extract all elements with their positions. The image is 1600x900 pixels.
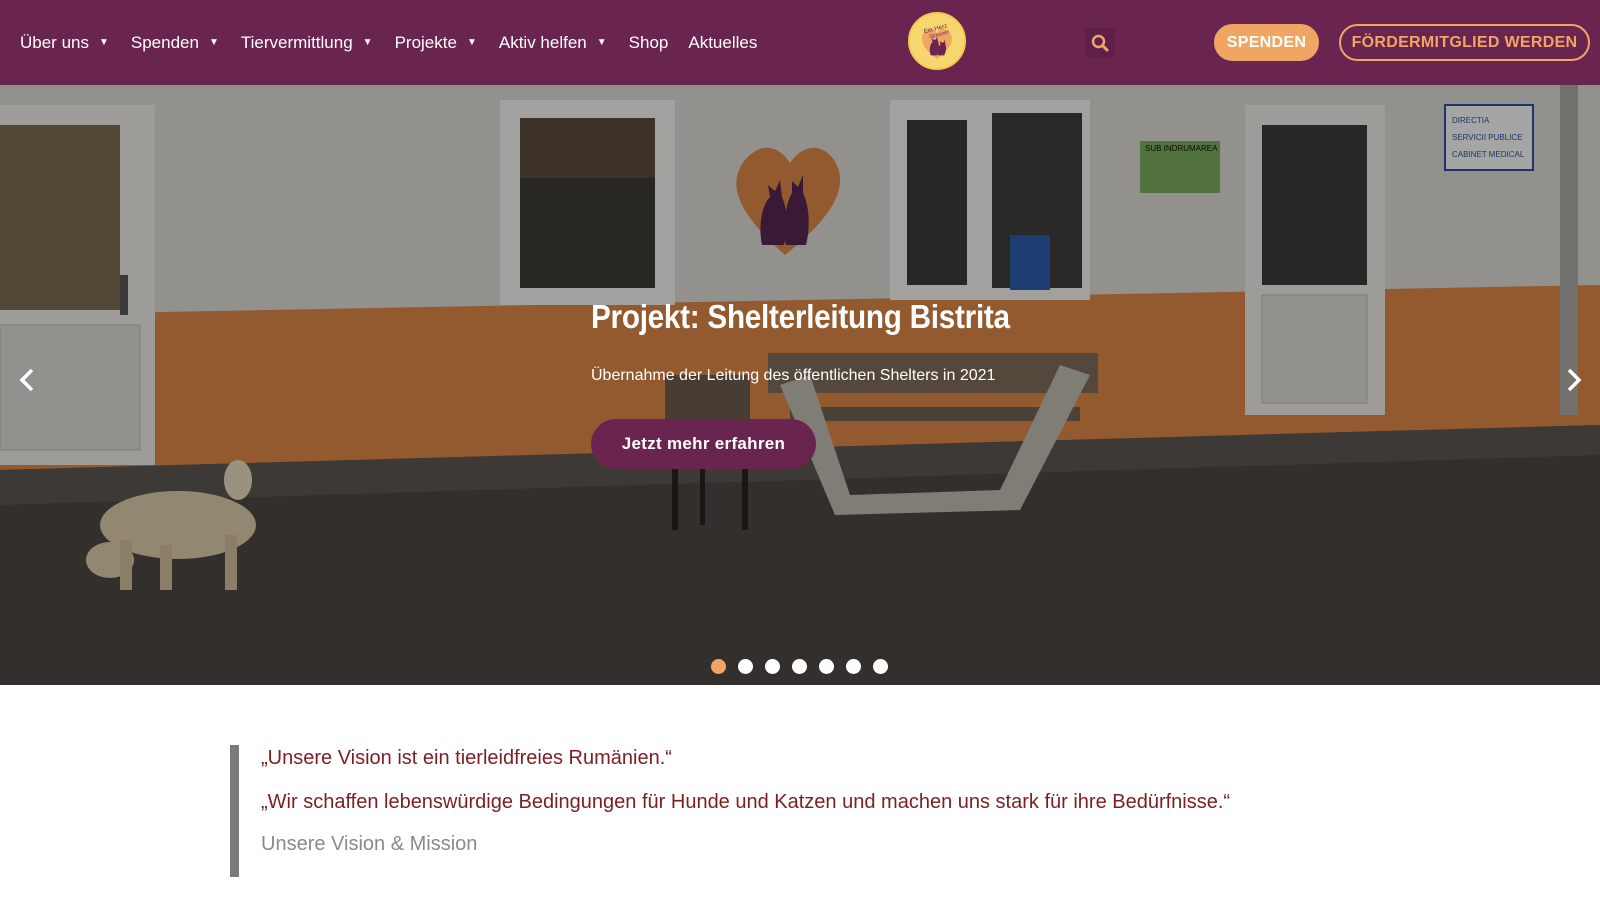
slider-prev-button[interactable] [12,365,42,395]
nav-item-ueber-uns[interactable]: Über uns ▼ [20,33,109,53]
quote-line-mission: „Wir schaffen lebenswürdige Bedingungen … [261,791,1231,813]
main-nav: Über uns ▼ Spenden ▼ Tiervermittlung ▼ P… [20,0,777,85]
hero-subtitle: Übernahme der Leitung des öffentlichen S… [591,367,996,384]
nav-item-shop[interactable]: Shop [629,33,669,53]
slider-dot[interactable] [873,659,888,674]
nav-item-aktuelles[interactable]: Aktuelles [688,33,757,53]
site-logo[interactable]: Ein Herz Streuner [908,12,966,70]
nav-item-tiervermittlung[interactable]: Tiervermittlung ▼ [241,33,373,53]
nav-item-label: Tiervermittlung [240,32,353,52]
become-member-button[interactable]: FÖRDERMITGLIED WERDEN [1339,24,1590,61]
donate-button[interactable]: SPENDEN [1214,24,1319,61]
slider-pagination [711,659,900,674]
nav-item-label: Aktuelles [688,32,758,52]
search-icon [1091,34,1109,52]
caret-down-icon: ▼ [98,37,109,48]
slider-dot[interactable] [819,659,834,674]
nav-item-aktiv-helfen[interactable]: Aktiv helfen ▼ [499,33,607,53]
quote-line-vision: „Unsere Vision ist ein tierleidfreies Ru… [261,747,672,769]
nav-item-label: Über uns [20,32,89,52]
vision-quote: „Unsere Vision ist ein tierleidfreies Ru… [230,745,1330,877]
learn-more-button[interactable]: Jetzt mehr erfahren [591,419,816,469]
nav-item-spenden[interactable]: Spenden ▼ [131,33,219,53]
caret-down-icon: ▼ [208,37,219,48]
caret-down-icon: ▼ [362,37,373,48]
slider-dot[interactable] [792,659,807,674]
hero-title: Projekt: Shelterleitung Bistrita [591,298,1010,335]
caret-down-icon: ▼ [466,37,477,48]
hero-slider: SUB INDRUMAREA DIRECTIA SERVICII PUBLICE… [0,85,1600,685]
chevron-right-icon [1567,368,1582,392]
search-button[interactable] [1085,28,1115,58]
quote-citation: Unsere Vision & Mission [261,833,478,855]
slider-next-button[interactable] [1559,365,1589,395]
nav-item-label: Projekte [394,32,457,52]
nav-item-projekte[interactable]: Projekte ▼ [395,33,477,53]
slider-dot[interactable] [765,659,780,674]
caret-down-icon: ▼ [596,37,607,48]
logo-graphic: Ein Herz Streuner [910,14,964,68]
nav-item-label: Aktiv helfen [498,32,587,52]
slider-dot[interactable] [846,659,861,674]
site-header: Über uns ▼ Spenden ▼ Tiervermittlung ▼ P… [0,0,1600,85]
nav-item-label: Shop [628,32,669,52]
hero-overlay [0,85,1600,685]
nav-item-label: Spenden [130,32,199,52]
slider-dot[interactable] [738,659,753,674]
chevron-left-icon [19,368,34,392]
slider-dot[interactable] [711,659,726,674]
